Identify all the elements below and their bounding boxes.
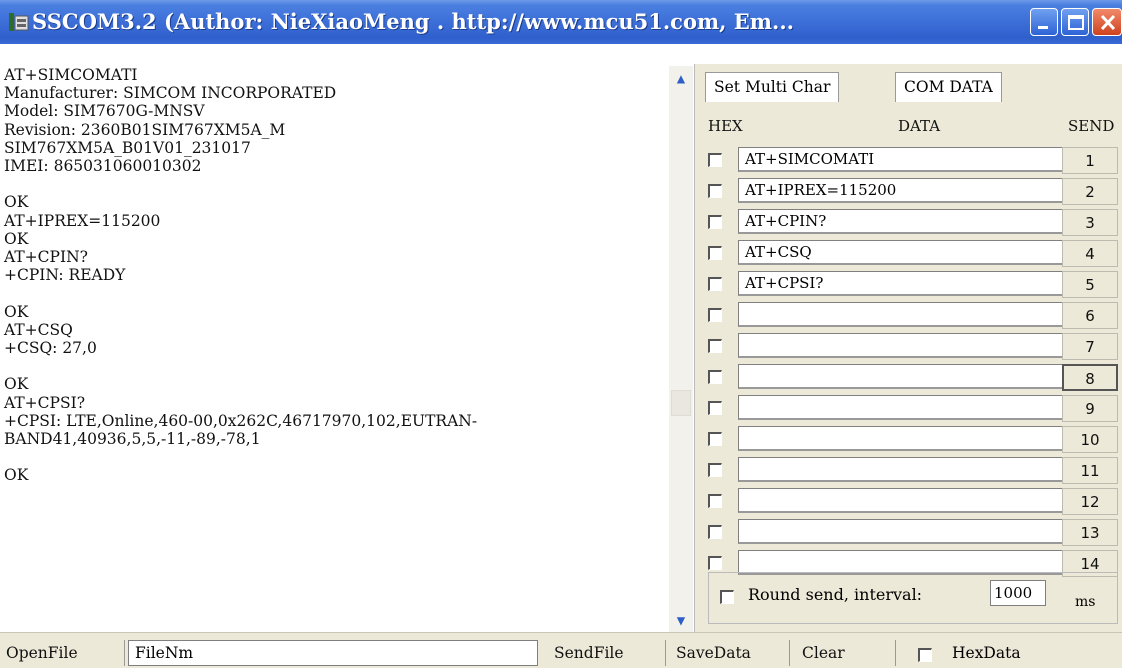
serial-port-app-icon: [8, 10, 30, 34]
hex-checkbox[interactable]: [708, 215, 722, 229]
round-send-label: Round send, interval:: [748, 585, 923, 604]
hex-checkbox[interactable]: [708, 184, 722, 198]
sendfile-button[interactable]: SendFile: [548, 640, 666, 666]
send-button[interactable]: 9: [1062, 395, 1118, 422]
data-field[interactable]: [738, 426, 1062, 451]
hexdata-label: HexData: [952, 644, 1021, 662]
hex-checkbox[interactable]: [708, 339, 722, 353]
hex-checkbox[interactable]: [708, 153, 722, 167]
window-title: SSCOM3.2 (Author: NieXiaoMeng . http://w…: [32, 9, 794, 34]
send-button[interactable]: 7: [1062, 333, 1118, 360]
send-button[interactable]: 8: [1062, 364, 1118, 391]
data-field[interactable]: AT+CPSI?: [738, 271, 1062, 296]
tab-set-multi-char[interactable]: Set Multi Char: [705, 72, 840, 102]
clear-button[interactable]: Clear: [796, 640, 896, 666]
close-icon: [1100, 14, 1116, 31]
maximize-button[interactable]: [1061, 8, 1089, 36]
send-column-header: SEND: [1068, 117, 1115, 135]
minimize-button[interactable]: [1030, 8, 1058, 36]
minimize-icon: [1038, 26, 1048, 29]
scroll-up-icon[interactable]: ▲: [669, 68, 693, 90]
filename-field[interactable]: FileNm: [128, 640, 538, 666]
send-button[interactable]: 5: [1062, 271, 1118, 298]
hex-checkbox[interactable]: [708, 308, 722, 322]
data-field[interactable]: AT+CSQ: [738, 240, 1062, 265]
send-button[interactable]: 4: [1062, 240, 1118, 267]
scroll-down-icon[interactable]: ▼: [669, 610, 693, 632]
data-field[interactable]: [738, 488, 1062, 513]
data-field[interactable]: [738, 457, 1062, 482]
data-column-header: DATA: [898, 117, 941, 135]
hex-column-header: HEX: [708, 117, 743, 135]
send-button[interactable]: 10: [1062, 426, 1118, 453]
send-button[interactable]: 1: [1062, 147, 1118, 174]
send-button[interactable]: 13: [1062, 519, 1118, 546]
data-field[interactable]: [738, 333, 1062, 358]
data-field[interactable]: [738, 302, 1062, 327]
hex-checkbox[interactable]: [708, 525, 722, 539]
send-button[interactable]: 2: [1062, 178, 1118, 205]
savedata-button[interactable]: SaveData: [670, 640, 790, 666]
data-field[interactable]: [738, 364, 1062, 389]
receive-text[interactable]: AT+SIMCOMATI Manufacturer: SIMCOM INCORP…: [4, 66, 664, 626]
hex-checkbox[interactable]: [708, 370, 722, 384]
send-button[interactable]: 11: [1062, 457, 1118, 484]
hex-checkbox[interactable]: [708, 463, 722, 477]
send-button[interactable]: 6: [1062, 302, 1118, 329]
data-field[interactable]: AT+CPIN?: [738, 209, 1062, 234]
interval-input[interactable]: 1000: [990, 580, 1046, 606]
data-field[interactable]: [738, 519, 1062, 544]
data-field[interactable]: [738, 395, 1062, 420]
maximize-icon: [1068, 15, 1084, 30]
openfile-button[interactable]: OpenFile: [0, 640, 125, 666]
hex-checkbox[interactable]: [708, 494, 722, 508]
send-button[interactable]: 3: [1062, 209, 1118, 236]
scroll-thumb[interactable]: [671, 390, 691, 416]
data-field[interactable]: AT+IPREX=115200: [738, 178, 1062, 203]
hex-checkbox[interactable]: [708, 432, 722, 446]
hex-checkbox[interactable]: [708, 277, 722, 291]
hexdata-checkbox[interactable]: [918, 648, 932, 662]
hex-checkbox[interactable]: [708, 556, 722, 570]
data-field[interactable]: AT+SIMCOMATI: [738, 147, 1062, 172]
hex-checkbox[interactable]: [708, 401, 722, 415]
round-send-checkbox[interactable]: [720, 590, 734, 604]
close-button[interactable]: [1092, 8, 1122, 36]
tab-com-data[interactable]: COM DATA: [895, 72, 1002, 102]
receive-scrollbar[interactable]: [669, 66, 693, 632]
send-button[interactable]: 12: [1062, 488, 1118, 515]
ms-label: ms: [1075, 594, 1096, 610]
hex-checkbox[interactable]: [708, 246, 722, 260]
